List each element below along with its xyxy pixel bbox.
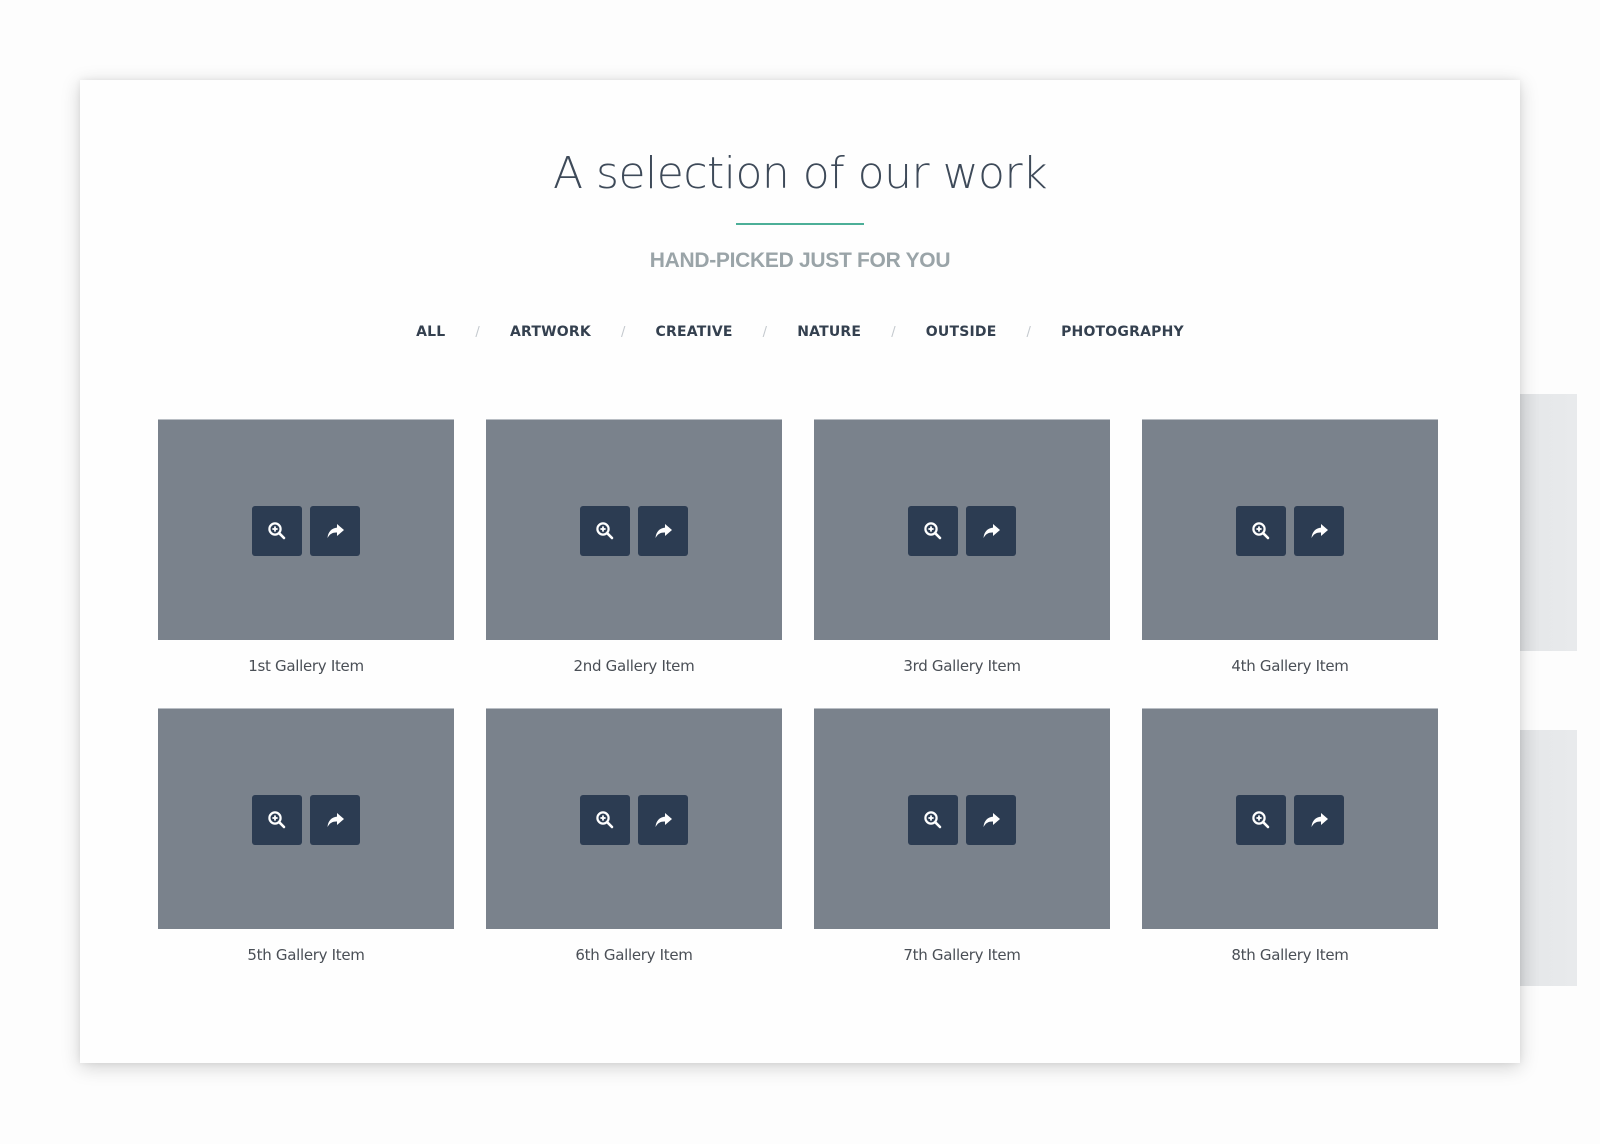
gallery-item-caption: 6th Gallery Item — [575, 946, 693, 964]
gallery-item: 7th Gallery Item — [814, 708, 1110, 997]
share-button[interactable] — [966, 506, 1016, 556]
gallery-item-caption: 4th Gallery Item — [1231, 657, 1349, 675]
title-divider — [736, 223, 864, 225]
filter-all[interactable]: ALL — [416, 320, 445, 344]
gallery-thumbnail[interactable] — [486, 708, 782, 929]
gallery-thumbnail[interactable] — [486, 419, 782, 640]
gallery-item: 6th Gallery Item — [486, 708, 782, 997]
gallery-item-actions — [252, 795, 360, 845]
zoom-button[interactable] — [580, 506, 630, 556]
share-icon — [983, 813, 1000, 827]
share-button[interactable] — [1294, 795, 1344, 845]
gallery-item-actions — [908, 506, 1016, 556]
gallery-item-caption: 8th Gallery Item — [1231, 946, 1349, 964]
gallery-item-caption: 5th Gallery Item — [247, 946, 365, 964]
share-icon — [327, 524, 344, 538]
gallery-item-actions — [908, 795, 1016, 845]
share-icon — [1311, 813, 1328, 827]
gallery-grid: 1st Gallery Item 2nd Gallery Item 3rd Ga… — [158, 419, 1438, 997]
zoom-in-icon — [924, 522, 942, 540]
gallery-item-caption: 1st Gallery Item — [248, 657, 364, 675]
zoom-button[interactable] — [580, 795, 630, 845]
filter-separator: / — [475, 324, 481, 340]
portfolio-section: A selection of our work HAND-PICKED JUST… — [80, 80, 1520, 1063]
share-icon — [983, 524, 1000, 538]
gallery-thumbnail[interactable] — [1142, 419, 1438, 640]
gallery-item-actions — [580, 506, 688, 556]
gallery-thumbnail[interactable] — [814, 419, 1110, 640]
gallery-item: 2nd Gallery Item — [486, 419, 782, 708]
share-icon — [1311, 524, 1328, 538]
gallery-item-actions — [580, 795, 688, 845]
filter-nav: ALL / ARTWORK / CREATIVE / NATURE / OUTS… — [80, 320, 1520, 344]
zoom-button[interactable] — [252, 506, 302, 556]
filter-outside[interactable]: OUTSIDE — [926, 320, 997, 344]
filter-photography[interactable]: PHOTOGRAPHY — [1061, 320, 1184, 344]
zoom-in-icon — [1252, 522, 1270, 540]
gallery-item-caption: 2nd Gallery Item — [573, 657, 695, 675]
gallery-item: 8th Gallery Item — [1142, 708, 1438, 997]
section-subtitle: HAND-PICKED JUST FOR YOU — [649, 249, 951, 272]
filter-separator: / — [1026, 324, 1032, 340]
zoom-in-icon — [268, 811, 286, 829]
gallery-item-actions — [1236, 506, 1344, 556]
share-icon — [655, 524, 672, 538]
gallery-item-actions — [252, 506, 360, 556]
zoom-button[interactable] — [908, 795, 958, 845]
gallery-thumbnail[interactable] — [1142, 708, 1438, 929]
gallery-thumbnail[interactable] — [158, 419, 454, 640]
share-button[interactable] — [1294, 506, 1344, 556]
zoom-in-icon — [596, 522, 614, 540]
zoom-in-icon — [268, 522, 286, 540]
filter-separator: / — [762, 324, 768, 340]
gallery-item: 3rd Gallery Item — [814, 419, 1110, 708]
zoom-button[interactable] — [1236, 795, 1286, 845]
zoom-button[interactable] — [252, 795, 302, 845]
gallery-item-actions — [1236, 795, 1344, 845]
filter-artwork[interactable]: ARTWORK — [510, 320, 591, 344]
filter-nature[interactable]: NATURE — [797, 320, 861, 344]
filter-creative[interactable]: CREATIVE — [656, 320, 733, 344]
gallery-item: 4th Gallery Item — [1142, 419, 1438, 708]
share-button[interactable] — [310, 795, 360, 845]
gallery-thumbnail[interactable] — [814, 708, 1110, 929]
share-icon — [327, 813, 344, 827]
share-button[interactable] — [310, 506, 360, 556]
share-icon — [655, 813, 672, 827]
filter-separator: / — [891, 324, 896, 340]
share-button[interactable] — [638, 506, 688, 556]
zoom-button[interactable] — [908, 506, 958, 556]
share-button[interactable] — [966, 795, 1016, 845]
gallery-item-caption: 7th Gallery Item — [903, 946, 1021, 964]
gallery-thumbnail[interactable] — [158, 708, 454, 929]
section-title: A selection of our work — [552, 148, 1048, 199]
zoom-in-icon — [1252, 811, 1270, 829]
gallery-item-caption: 3rd Gallery Item — [903, 657, 1021, 675]
gallery-item: 5th Gallery Item — [158, 708, 454, 997]
zoom-in-icon — [596, 811, 614, 829]
share-button[interactable] — [638, 795, 688, 845]
zoom-in-icon — [924, 811, 942, 829]
gallery-item: 1st Gallery Item — [158, 419, 454, 708]
zoom-button[interactable] — [1236, 506, 1286, 556]
filter-separator: / — [620, 324, 626, 340]
